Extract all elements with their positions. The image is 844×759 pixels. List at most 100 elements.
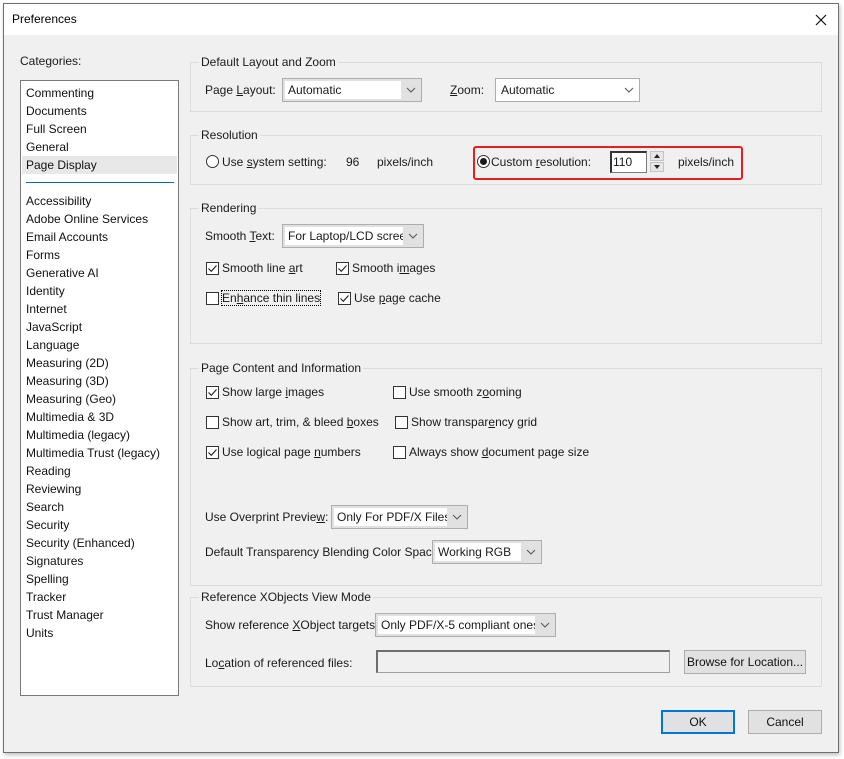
custom-resolution-radio[interactable] — [477, 155, 490, 168]
cancel-button[interactable]: Cancel — [748, 710, 822, 734]
categories-list[interactable]: Commenting Documents Full Screen General Pag… — [20, 80, 179, 696]
rendering-enhance-thin-lines-checkbox[interactable] — [206, 292, 219, 305]
use-system-setting-label[interactable]: Use system setting: — [222, 155, 327, 169]
arrow-down-icon — [654, 165, 660, 169]
category-item[interactable]: Search — [22, 498, 177, 516]
smooth-images-label[interactable]: Smooth images — [352, 261, 435, 275]
rendering-smooth-line-art-checkbox[interactable] — [206, 262, 219, 275]
custom-resolution-label[interactable]: Custom resolution: — [491, 155, 591, 169]
checkmark-icon — [208, 389, 217, 397]
page-content-always-show-page-size-checkbox[interactable] — [393, 446, 406, 459]
zoom-label: Zoom: — [450, 83, 485, 97]
category-item[interactable]: Units — [22, 624, 177, 642]
category-item[interactable]: Reading — [22, 462, 177, 480]
category-item[interactable]: Email Accounts — [22, 228, 177, 246]
category-item[interactable]: Measuring (3D) — [22, 372, 177, 390]
use-logical-page-numbers-label[interactable]: Use logical page numbers — [222, 445, 361, 459]
always-show-page-size-label[interactable]: Always show document page size — [409, 445, 589, 459]
close-button[interactable] — [804, 4, 838, 35]
chevron-down-icon — [521, 541, 541, 563]
category-item[interactable]: Signatures — [22, 552, 177, 570]
checkmark-icon — [208, 265, 217, 273]
spin-up-button[interactable] — [650, 151, 664, 161]
use-smooth-zooming-label[interactable]: Use smooth zooming — [409, 385, 522, 399]
rendering-use-page-cache-checkbox[interactable] — [338, 292, 351, 305]
show-transparency-grid-label[interactable]: Show transparency grid — [411, 415, 537, 429]
checkmark-icon — [338, 265, 347, 273]
rendering-smooth-images-checkbox[interactable] — [336, 262, 349, 275]
page-content-use-smooth-zooming-checkbox[interactable] — [393, 386, 406, 399]
preferences-dialog: Preferences Categories: Commenting Docume… — [3, 3, 839, 753]
category-item[interactable]: Multimedia & 3D — [22, 408, 177, 426]
smooth-text-select[interactable]: For Laptop/LCD screens — [282, 224, 424, 248]
page-content-show-art-trim-checkbox[interactable] — [206, 416, 219, 429]
category-item[interactable]: Spelling — [22, 570, 177, 588]
checkmark-icon — [340, 295, 349, 303]
group-title: Default Layout and Zoom — [199, 55, 338, 69]
category-item[interactable]: Page Display — [22, 156, 177, 174]
checkmark-icon — [208, 449, 217, 457]
category-item[interactable]: Security (Enhanced) — [22, 534, 177, 552]
category-item[interactable]: Trust Manager — [22, 606, 177, 624]
smooth-line-art-label[interactable]: Smooth line art — [222, 261, 303, 275]
close-icon — [815, 14, 827, 25]
category-item[interactable]: General — [22, 138, 177, 156]
title-bar: Preferences — [4, 4, 838, 35]
group-title: Rendering — [199, 201, 259, 215]
category-item[interactable]: Commenting — [22, 84, 177, 102]
category-item[interactable]: Multimedia (legacy) — [22, 426, 177, 444]
category-item[interactable]: Language — [22, 336, 177, 354]
chevron-down-icon — [401, 79, 421, 101]
browse-location-button[interactable]: Browse for Location... — [684, 650, 806, 674]
category-item[interactable]: Internet — [22, 300, 177, 318]
group-title: Page Content and Information — [199, 361, 364, 375]
categories-separator — [26, 182, 174, 183]
custom-resolution-input[interactable]: 110 — [610, 151, 647, 173]
category-item[interactable]: Reviewing — [22, 480, 177, 498]
chevron-down-icon — [535, 614, 555, 636]
overprint-preview-label: Use Overprint Preview: — [205, 510, 329, 524]
category-item[interactable]: Identity — [22, 282, 177, 300]
chevron-down-icon — [619, 79, 639, 101]
category-item[interactable]: Measuring (2D) — [22, 354, 177, 372]
category-item[interactable]: Full Screen — [22, 120, 177, 138]
xobject-targets-select[interactable]: Only PDF/X-5 compliant ones — [375, 613, 556, 637]
category-item[interactable]: Adobe Online Services — [22, 210, 177, 228]
use-system-setting-radio[interactable] — [206, 155, 219, 168]
group-title: Reference XObjects View Mode — [199, 590, 373, 604]
ok-button[interactable]: OK — [661, 710, 735, 734]
system-resolution-value: 96 — [346, 155, 360, 169]
page-content-show-transparency-grid-checkbox[interactable] — [395, 416, 408, 429]
show-art-trim-label[interactable]: Show art, trim, & bleed boxes — [222, 415, 379, 429]
page-layout-label: Page Layout: — [205, 83, 276, 97]
categories-label: Categories: — [20, 54, 82, 68]
category-item[interactable]: Documents — [22, 102, 177, 120]
category-item[interactable]: Accessibility — [22, 192, 177, 210]
enhance-thin-lines-label[interactable]: Enhance thin lines — [220, 290, 322, 306]
chevron-down-icon — [403, 225, 423, 247]
overprint-preview-select[interactable]: Only For PDF/X Files — [331, 505, 468, 529]
location-input[interactable] — [376, 650, 670, 673]
blending-color-space-select[interactable]: Working RGB — [432, 540, 542, 564]
group-title: Resolution — [199, 128, 260, 142]
category-item[interactable]: Generative AI — [22, 264, 177, 282]
page-content-use-logical-page-numbers-checkbox[interactable] — [206, 446, 219, 459]
category-item[interactable]: Security — [22, 516, 177, 534]
use-page-cache-label[interactable]: Use page cache — [354, 291, 441, 305]
xobject-targets-label: Show reference XObject targets: — [205, 618, 379, 632]
blending-color-space-label: Default Transparency Blending Color Spac… — [205, 545, 442, 559]
page-layout-select[interactable]: Automatic — [282, 78, 422, 102]
category-item[interactable]: Forms — [22, 246, 177, 264]
category-item[interactable]: JavaScript — [22, 318, 177, 336]
spin-down-button[interactable] — [650, 162, 664, 172]
category-item[interactable]: Multimedia Trust (legacy) — [22, 444, 177, 462]
category-item[interactable]: Measuring (Geo) — [22, 390, 177, 408]
zoom-select[interactable]: Automatic — [495, 78, 640, 102]
dialog-title: Preferences — [12, 12, 77, 26]
system-resolution-unit: pixels/inch — [377, 155, 434, 169]
show-large-images-label[interactable]: Show large images — [222, 385, 324, 399]
category-item[interactable]: Tracker — [22, 588, 177, 606]
custom-resolution-unit: pixels/inch — [678, 155, 735, 169]
custom-resolution-spinner[interactable] — [650, 151, 664, 172]
page-content-show-large-images-checkbox[interactable] — [206, 386, 219, 399]
